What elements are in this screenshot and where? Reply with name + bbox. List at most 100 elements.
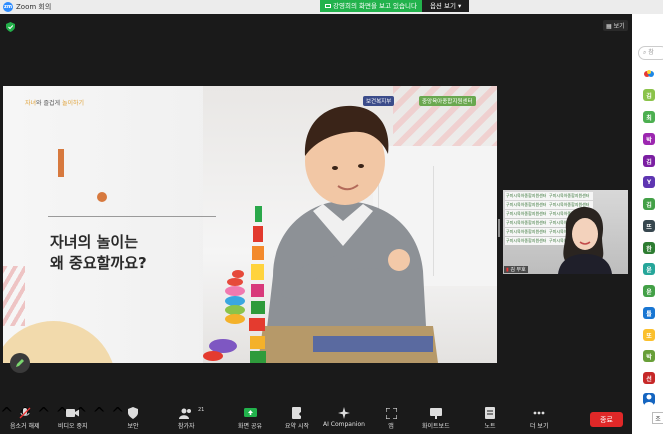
poster-text: 구미시육아종합지원센터 (506, 211, 547, 216)
shield-icon (126, 407, 140, 419)
slide-numeral-bar (58, 149, 64, 177)
monitor-icon (325, 4, 331, 8)
more-button[interactable]: 더 보기 (530, 407, 548, 430)
zoom-window: zm Zoom 회의 강영희의 화면을 보고 있습니다 옵션 보기 ▾ ▦ 보기 (0, 0, 663, 434)
mic-muted-icon (18, 407, 32, 419)
participant-avatar[interactable]: 윤 (643, 263, 655, 275)
stop-video-button[interactable]: 비디오 중지 (58, 407, 88, 430)
poster-text: 구미시육아종합지원센터 (506, 202, 547, 207)
more-label: 더 보기 (530, 423, 549, 430)
share-screen-label: 화면 공유 (238, 423, 262, 430)
apps-button[interactable]: 앱 (384, 407, 398, 430)
poster-text: 구미시육아종합지원센터 (506, 220, 547, 225)
ministry-logo: 보건복지부 (363, 96, 395, 106)
unmute-button[interactable]: 음소거 해제 (10, 407, 40, 430)
participant-avatar[interactable]: 김 (643, 198, 655, 210)
participant-avatar[interactable]: 한 (643, 242, 655, 254)
annotate-button[interactable] (10, 353, 30, 373)
participant-video-tile[interactable]: 구미시육아종합지원센터 구미시육아종합지원센터 구미시육아종합지원센터 구미시육아종… (503, 190, 628, 274)
participant-avatar[interactable]: 뜨 (643, 220, 655, 232)
participant-avatar[interactable] (643, 68, 655, 80)
participants-count: 21 (198, 407, 205, 413)
end-meeting-button[interactable]: 종료 (590, 412, 623, 427)
encryption-shield-icon[interactable] (6, 22, 15, 32)
poster-text: 구미시육아종합지원센터 (506, 238, 547, 243)
whiteboard-label: 화이트보드 (422, 423, 450, 430)
ai-companion-icon (337, 407, 351, 419)
more-icon (532, 407, 546, 419)
participant-avatar[interactable]: 선 (643, 372, 655, 384)
security-label: 보안 (127, 423, 139, 430)
participant-avatar[interactable]: Y (643, 176, 655, 188)
summary-label: 요약 시작 (285, 423, 309, 430)
poster-text: 구미시육아종합지원센터 (506, 193, 547, 198)
participants-button[interactable]: 참가자 (178, 407, 195, 430)
slide-tag-suffix: 놀이하기 (61, 100, 85, 107)
pencil-icon (16, 359, 24, 367)
person-icon (644, 394, 654, 405)
participant-person (558, 206, 612, 274)
participant-avatar[interactable]: 박 (643, 350, 655, 362)
childcare-center-logo: 중앙육아종합지원센터 (419, 96, 476, 106)
participant-avatar[interactable]: 틀 (643, 307, 655, 319)
grid-icon: ▦ (606, 23, 612, 30)
app-title: Zoom 회의 (16, 3, 52, 11)
share-screen-button[interactable]: 화면 공유 (238, 407, 262, 430)
participant-search-placeholder: 참 (648, 49, 654, 56)
participants-panel: ⌕ 참 김 최 박 김 Y 김 뜨 한 윤 윤 틀 또 박 선 조 (632, 14, 663, 434)
participant-name: ▮ 김 무호 (504, 266, 528, 273)
share-status: 강영희의 화면을 보고 있습니다 (320, 0, 422, 12)
stop-video-label: 비디오 중지 (58, 423, 88, 430)
whiteboard-options-caret[interactable]: ^ (93, 404, 106, 423)
participant-avatar[interactable]: 김 (643, 89, 655, 101)
share-banner: 강영희의 화면을 보고 있습니다 옵션 보기 ▾ (320, 0, 470, 12)
apps-icon (384, 407, 398, 419)
search-icon: ⌕ (643, 49, 647, 56)
poster-text: 구미시육아종합지원센터 (506, 229, 547, 234)
slide-divider (48, 216, 216, 217)
participants-label: 참가자 (178, 423, 195, 430)
child-playing-photo (203, 105, 497, 363)
share-status-text: 강영희의 화면을 보고 있습니다 (333, 2, 417, 10)
slide-numeral-dot (97, 192, 107, 202)
slide-decor-stripes-left (3, 266, 25, 326)
participant-avatar[interactable]: 또 (643, 329, 655, 341)
shared-screen-slide: 자녀와 즐겁게 놀이하기 보건복지부 중앙육아종합지원센터 자녀의 놀이는 왜 … (3, 86, 497, 363)
participant-avatar[interactable]: 박 (643, 133, 655, 145)
view-options-label: 옵션 보기 (429, 2, 456, 10)
participant-avatar[interactable] (643, 393, 655, 405)
video-icon (66, 407, 80, 419)
summary-icon (290, 407, 304, 419)
notes-icon (483, 407, 497, 419)
security-button[interactable]: 보안 (126, 407, 140, 430)
view-button[interactable]: ▦ 보기 (603, 20, 628, 31)
notes-label: 노트 (484, 423, 496, 430)
view-options-button[interactable]: 옵션 보기 ▾ (421, 0, 470, 12)
slide-tag-prefix: 자녀 (25, 100, 37, 107)
summary-button[interactable]: 요약 시작 (285, 407, 309, 430)
meeting-toolbar: 음소거 해제 ^ 비디오 중지 ^ 보안 참가자 21 ^ (0, 404, 632, 434)
poster-text: 구미시육아종합지원센터 (549, 193, 590, 198)
apps-label: 앱 (388, 423, 394, 430)
whiteboard-icon (429, 407, 443, 419)
notes-button[interactable]: 노트 (483, 407, 497, 430)
mic-muted-small-icon: ▮ (506, 267, 509, 273)
participant-avatar[interactable]: 윤 (643, 285, 655, 297)
unmute-label: 음소거 해제 (10, 423, 40, 430)
notes-options-caret[interactable]: ^ (111, 404, 124, 423)
meeting-area: ▦ 보기 자녀와 즐겁게 놀이하기 보건복지부 중앙육아종합지원센터 자녀의 놀… (0, 14, 632, 404)
participant-name-text: 김 무호 (510, 267, 526, 273)
participant-search-input[interactable]: ⌕ 참 (638, 46, 663, 60)
slide-heading-line2: 왜 중요할까요? (50, 254, 147, 272)
video-strip-handle[interactable] (498, 219, 500, 237)
panel-bottom-button[interactable]: 조 (652, 412, 663, 424)
poster-row: 구미시육아종합지원센터구미시육아종합지원센터 (505, 192, 593, 200)
ai-companion-label: AI Companion (323, 421, 365, 428)
participant-avatar[interactable]: 김 (643, 155, 655, 167)
ai-companion-button[interactable]: AI Companion (323, 407, 365, 428)
view-button-label: 보기 (613, 23, 625, 30)
whiteboard-button[interactable]: 화이트보드 (422, 407, 450, 430)
zoom-logo-icon: zm (3, 2, 13, 12)
participant-avatar[interactable]: 최 (643, 111, 655, 123)
share-screen-icon (243, 407, 257, 419)
